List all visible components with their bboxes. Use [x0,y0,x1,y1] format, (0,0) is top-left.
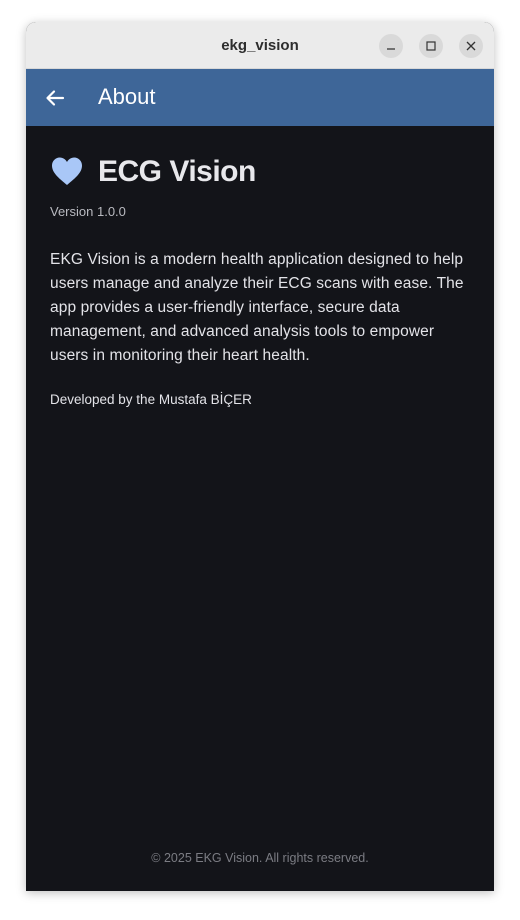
minimize-button[interactable] [379,34,403,58]
window-titlebar[interactable]: ekg_vision [26,22,494,69]
maximize-icon [426,41,436,51]
app-description: EKG Vision is a modern health applicatio… [50,251,464,364]
copyright-footer: © 2025 EKG Vision. All rights reserved. [151,851,369,865]
close-icon [466,41,476,51]
arrow-left-icon [46,90,65,106]
app-header: ECG Vision [50,152,256,192]
version-label: Version 1.0.0 [50,204,126,219]
app-name: ECG Vision [98,155,256,188]
heart-icon [52,157,82,185]
app-bar: About [26,69,494,126]
minimize-icon [387,48,395,50]
close-button[interactable] [459,34,483,58]
developer-credit: Developed by the Mustafa BİÇER [50,392,252,407]
app-window: ekg_vision About ECG Vision Version 1.0.… [26,22,494,891]
page-title: About [98,84,156,109]
maximize-button[interactable] [419,34,443,58]
back-button[interactable] [40,83,70,113]
